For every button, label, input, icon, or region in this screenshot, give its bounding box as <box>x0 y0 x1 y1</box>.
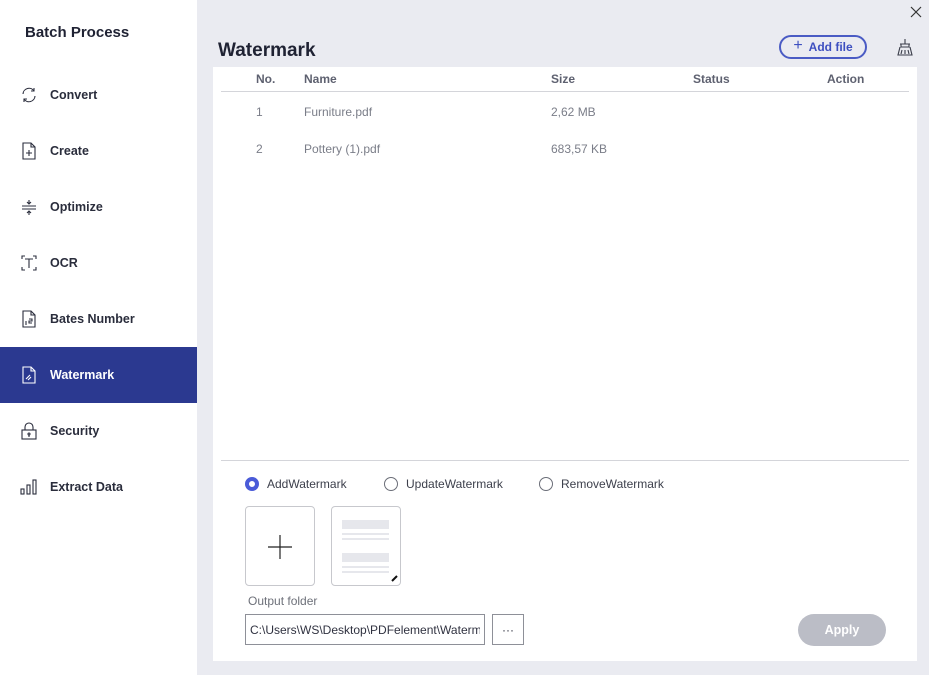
radio-label: RemoveWatermark <box>561 477 664 491</box>
create-icon <box>19 141 39 161</box>
watermark-template-thumbnail[interactable] <box>331 506 401 586</box>
sidebar-item-create[interactable]: Create <box>0 123 197 179</box>
convert-icon <box>19 85 39 105</box>
sidebar-item-label: Security <box>50 424 100 438</box>
file-size: 683,57 KB <box>551 142 608 156</box>
table-header: No. Name Size Status Action <box>221 67 909 92</box>
sidebar-item-label: Create <box>50 144 89 158</box>
close-icon <box>910 6 922 18</box>
column-header-no: No. <box>256 72 276 86</box>
sidebar-item-watermark[interactable]: Watermark <box>0 347 197 403</box>
file-name: Pottery (1).pdf <box>304 142 381 156</box>
lock-icon <box>19 421 39 441</box>
sidebar: Batch Process Convert Create Optimize OC… <box>0 0 197 675</box>
radio-update-watermark[interactable]: UpdateWatermark <box>384 477 503 491</box>
watermark-icon <box>19 365 39 385</box>
browse-folder-button[interactable]: ··· <box>492 614 524 645</box>
clear-list-button[interactable] <box>895 37 915 57</box>
pencil-icon[interactable] <box>391 575 398 582</box>
plus-icon: + <box>793 37 803 54</box>
row-number: 1 <box>256 105 263 119</box>
broom-icon <box>897 39 913 56</box>
add-watermark-template-button[interactable] <box>245 506 315 586</box>
sidebar-item-label: Convert <box>50 88 98 102</box>
sidebar-item-ocr[interactable]: OCR <box>0 235 197 291</box>
file-name: Furniture.pdf <box>304 105 373 119</box>
row-number: 2 <box>256 142 263 156</box>
output-folder-input[interactable] <box>245 614 485 645</box>
radio-label: AddWatermark <box>267 477 347 491</box>
add-file-button[interactable]: + Add file <box>779 35 867 59</box>
radio-button-checked[interactable] <box>245 477 259 491</box>
sidebar-item-security[interactable]: Security <box>0 403 197 459</box>
apply-button[interactable]: Apply <box>798 614 886 646</box>
column-header-status: Status <box>693 72 730 86</box>
sidebar-item-label: Optimize <box>50 200 103 214</box>
bates-number-icon <box>19 309 39 329</box>
radio-add-watermark[interactable]: AddWatermark <box>245 477 347 491</box>
sidebar-item-optimize[interactable]: Optimize <box>0 179 197 235</box>
column-header-action: Action <box>827 72 865 86</box>
optimize-icon <box>19 197 39 217</box>
document-preview-icon <box>342 520 398 582</box>
sidebar-item-extract-data[interactable]: Extract Data <box>0 459 197 515</box>
output-folder-label: Output folder <box>248 594 318 608</box>
file-size: 2,62 MB <box>551 105 596 119</box>
page-title: Watermark <box>218 40 316 61</box>
sidebar-item-bates-number[interactable]: Bates Number <box>0 291 197 347</box>
add-file-label: Add file <box>808 40 853 54</box>
sidebar-item-label: Bates Number <box>50 312 135 326</box>
radio-button[interactable] <box>539 477 553 491</box>
radio-button[interactable] <box>384 477 398 491</box>
table-row[interactable]: 2 Pottery (1).pdf 683,57 KB <box>213 142 917 172</box>
column-header-name: Name <box>304 72 337 86</box>
close-button[interactable] <box>908 4 924 20</box>
plus-icon <box>268 535 292 559</box>
table-row[interactable]: 1 Furniture.pdf 2,62 MB <box>213 105 917 135</box>
file-list-panel: No. Name Size Status Action 1 Furniture.… <box>213 67 917 661</box>
radio-label: UpdateWatermark <box>406 477 503 491</box>
sidebar-item-label: OCR <box>50 256 78 270</box>
section-divider <box>221 460 909 461</box>
ocr-icon <box>19 253 39 273</box>
column-header-size: Size <box>551 72 576 86</box>
radio-remove-watermark[interactable]: RemoveWatermark <box>539 477 664 491</box>
sidebar-title: Batch Process <box>25 24 130 41</box>
sidebar-item-label: Extract Data <box>50 480 123 494</box>
bar-chart-icon <box>19 477 39 497</box>
sidebar-item-label: Watermark <box>50 368 115 382</box>
sidebar-item-convert[interactable]: Convert <box>0 67 197 123</box>
